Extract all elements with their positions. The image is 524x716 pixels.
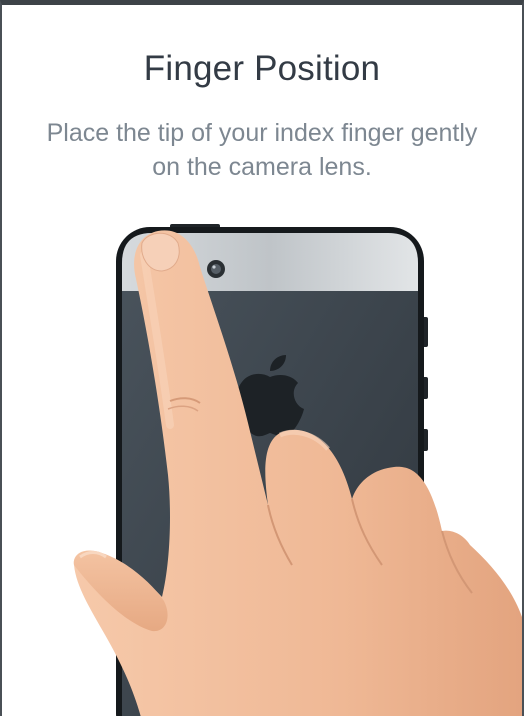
instruction-text: Place the tip of your index finger gentl… [46,119,478,181]
finger-on-camera-illustration [73,224,522,716]
finger-position-screen: Finger Position Place the tip of your in… [0,0,524,716]
page-title: Finger Position [143,49,381,88]
